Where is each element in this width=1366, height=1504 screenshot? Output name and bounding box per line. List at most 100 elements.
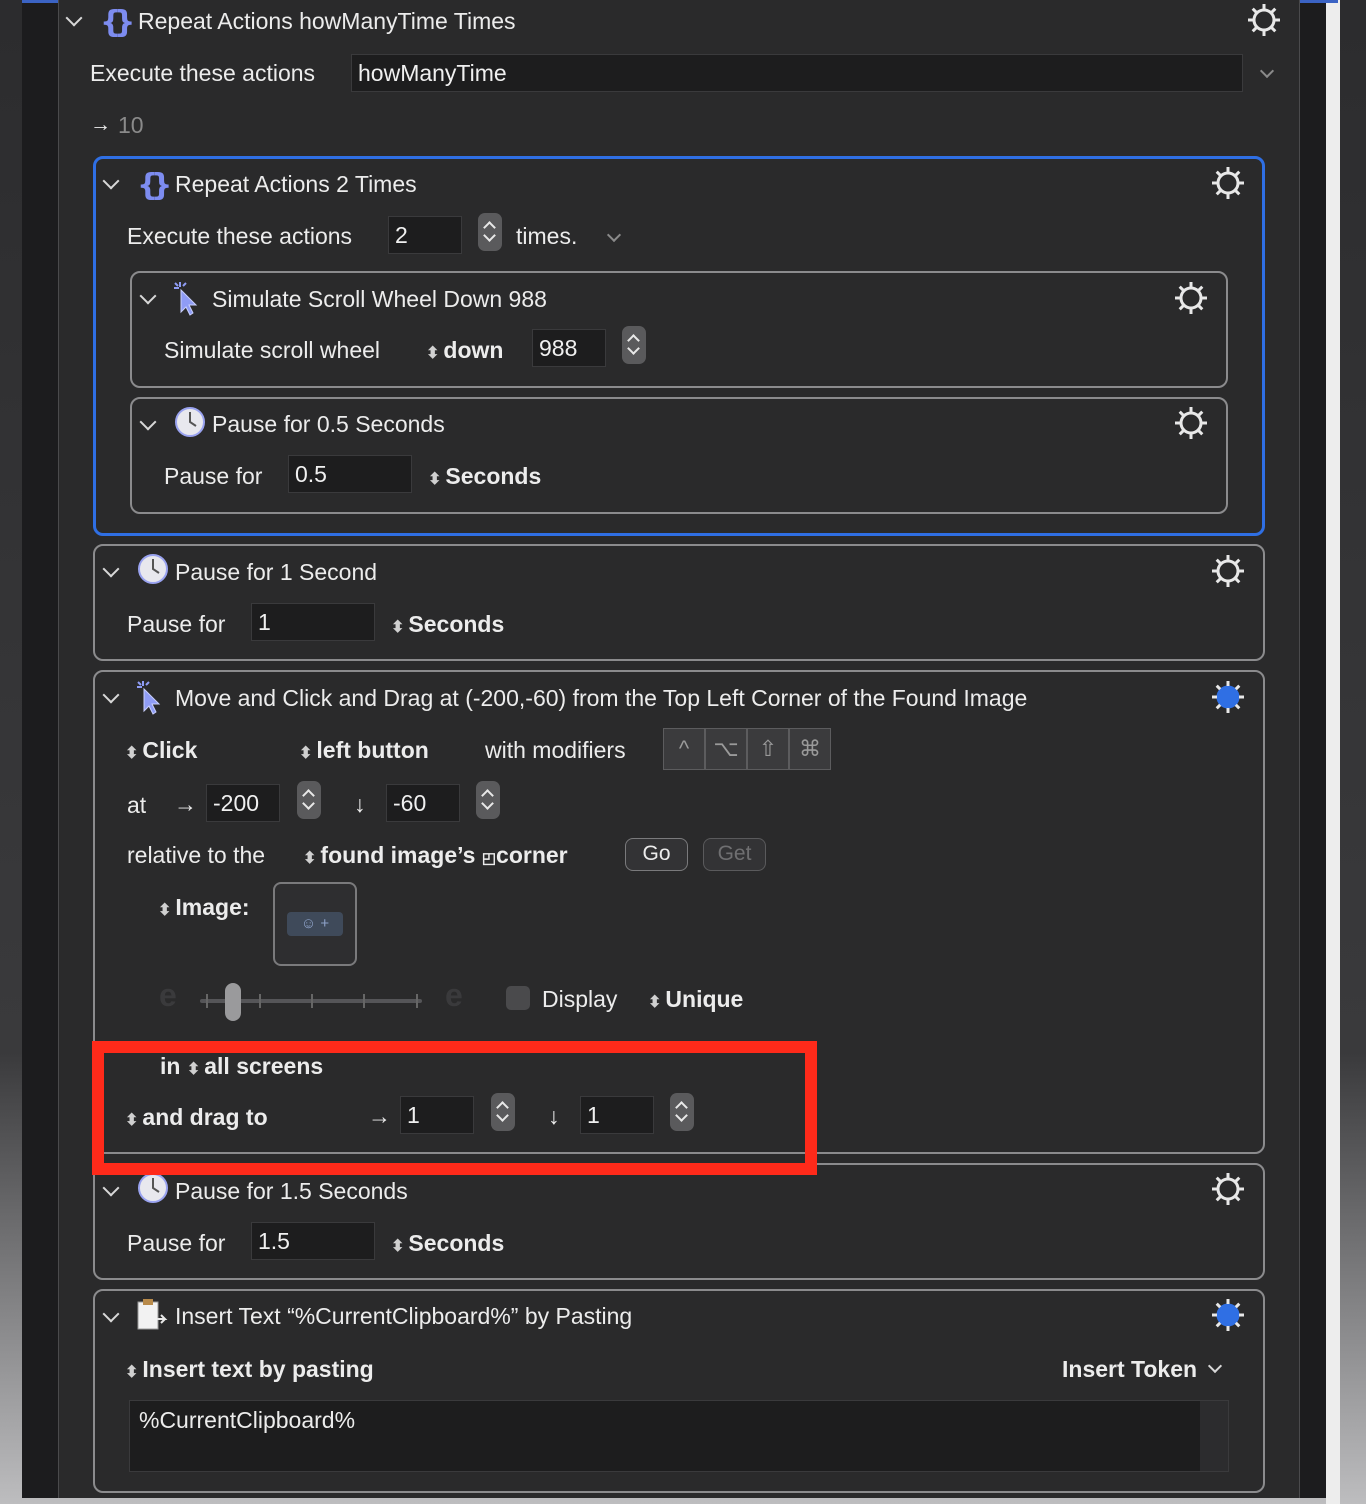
repeat-count-field[interactable]: howManyTime [351, 54, 1243, 92]
insert-text-title: Insert Text “%CurrentClipboard%” by Past… [175, 1303, 633, 1329]
go-button[interactable]: Go [625, 838, 688, 871]
pause-15-unit-popup[interactable]: ⬍ Seconds [391, 1229, 504, 1261]
modifier-shift-button[interactable]: ⇧ [747, 728, 789, 770]
text-area-scrollbar[interactable] [1200, 1401, 1228, 1471]
display-checkbox[interactable] [506, 986, 530, 1010]
pause-05-unit-popup[interactable]: ⬍ Seconds [428, 462, 541, 494]
updown-icon: ⬍ [125, 1364, 139, 1381]
move-click-title: Move and Click and Drag at (-200,-60) fr… [175, 685, 1028, 711]
slider-tick [206, 994, 208, 1008]
clipboard-icon [137, 1299, 168, 1330]
repeat-braces-icon: { } [100, 5, 132, 38]
insert-text-content: %CurrentClipboard% [139, 1407, 356, 1433]
gear-icon[interactable] [1246, 2, 1282, 38]
corner-selector-icon[interactable]: ◰ [482, 850, 496, 867]
insert-text-area[interactable]: %CurrentClipboard% [129, 1400, 1229, 1472]
scroll-label: Simulate scroll wheel [164, 337, 381, 363]
updown-icon: ⬍ [648, 994, 662, 1011]
corner-label: corner [496, 842, 568, 868]
pause-1-field[interactable]: 1 [251, 603, 375, 641]
pause-05-title: Pause for 0.5 Seconds [212, 411, 445, 437]
clock-icon [138, 1173, 168, 1203]
unique-popup[interactable]: ⬍ Unique [648, 985, 743, 1017]
fuzziness-slider-knob[interactable] [225, 983, 242, 1021]
gear-icon[interactable] [1210, 679, 1246, 715]
image-source-popup[interactable]: ⬍ Image: [158, 893, 250, 925]
pause-05-label: Pause for [164, 463, 263, 489]
updown-icon: ⬍ [391, 1238, 405, 1255]
svg-text:}: } [114, 5, 132, 38]
updown-icon: ⬍ [428, 471, 442, 488]
gear-icon[interactable] [1210, 553, 1246, 589]
relative-to-value: found image’s [320, 842, 476, 868]
at-label: at [127, 792, 147, 818]
modifier-option-button[interactable]: ⌥ [705, 728, 747, 770]
image-well[interactable]: ☺ + [273, 882, 357, 966]
slider-tick [363, 994, 365, 1008]
updown-icon: ⬍ [158, 902, 172, 919]
pause-1-title: Pause for 1 Second [175, 559, 378, 585]
scroll-direction-value: down [443, 337, 504, 363]
pause-15-field[interactable]: 1.5 [251, 1222, 375, 1260]
click-x-field[interactable]: -200 [206, 784, 280, 822]
gear-icon[interactable] [1173, 405, 1209, 441]
cursor-click-icon [137, 681, 161, 715]
relative-to-label: relative to the [127, 842, 266, 868]
updown-icon: ⬍ [391, 619, 405, 636]
gear-icon[interactable] [1210, 1297, 1246, 1333]
insert-mode-value: Insert text by pasting [142, 1356, 374, 1382]
right-arrow-icon: → [174, 791, 197, 817]
clock-icon [175, 407, 205, 437]
image-well-placeholder: ☺ + [287, 912, 343, 936]
relative-to-popup[interactable]: ⬍ found image’s ◰corner [303, 841, 568, 873]
pause-1-unit-popup[interactable]: ⬍ Seconds [391, 610, 504, 642]
result-value: 10 [118, 112, 144, 138]
scroll-amount-stepper[interactable] [622, 326, 646, 364]
click-y-stepper[interactable] [476, 781, 500, 819]
scroll-title: Simulate Scroll Wheel Down 988 [212, 286, 547, 312]
down-arrow-icon: ↓ [354, 791, 366, 817]
scroll-amount-field[interactable]: 988 [532, 329, 606, 367]
pause-1-label: Pause for [127, 611, 226, 637]
click-x-stepper[interactable] [297, 781, 321, 819]
gear-icon[interactable] [1210, 1171, 1246, 1207]
gear-icon[interactable] [1210, 165, 1246, 201]
updown-icon: ⬍ [299, 745, 313, 762]
pause-15-unit: Seconds [408, 1230, 505, 1256]
clock-icon [138, 554, 168, 584]
repeat-2-count-field[interactable]: 2 [388, 216, 462, 254]
fuzz-low-icon: e [159, 977, 177, 1013]
pause-15-label: Pause for [127, 1230, 226, 1256]
slider-tick [259, 994, 261, 1008]
click-action-popup[interactable]: ⬍ Click [125, 736, 197, 768]
with-modifiers-label: with modifiers [485, 737, 626, 763]
outer-execute-label: Execute these actions [90, 60, 316, 86]
repeat-2-execute-label: Execute these actions [127, 223, 353, 249]
updown-icon: ⬍ [426, 345, 440, 362]
get-button[interactable]: Get [703, 838, 766, 871]
insert-token-label: Insert Token [1062, 1356, 1198, 1382]
outer-repeat-title: Repeat Actions howManyTime Times [138, 8, 516, 34]
unique-value: Unique [665, 986, 744, 1012]
red-highlight-box [92, 1041, 817, 1175]
modifier-command-button[interactable]: ⌘ [789, 728, 831, 770]
fuzz-high-icon: e [445, 977, 463, 1013]
mouse-button-popup[interactable]: ⬍ left button [299, 736, 429, 768]
mouse-button-value: left button [316, 737, 429, 763]
svg-text:}: } [151, 168, 169, 201]
pause-15-title: Pause for 1.5 Seconds [175, 1178, 408, 1204]
pause-05-unit: Seconds [445, 463, 542, 489]
modifier-control-button[interactable]: ^ [663, 728, 705, 770]
image-label: Image: [175, 894, 250, 920]
insert-mode-popup[interactable]: ⬍ Insert text by pasting [125, 1355, 374, 1387]
scroll-direction-popup[interactable]: ⬍ down [426, 336, 503, 368]
insert-token-menu[interactable]: Insert Token [1062, 1355, 1197, 1383]
right-edge [1326, 0, 1340, 1504]
click-y-field[interactable]: -60 [386, 784, 460, 822]
updown-icon: ⬍ [125, 745, 139, 762]
repeat-2-stepper[interactable] [478, 213, 502, 251]
gear-icon[interactable] [1173, 280, 1209, 316]
times-label: times. [516, 223, 578, 249]
pause-05-field[interactable]: 0.5 [288, 455, 412, 493]
repeat-braces-icon: { } [137, 168, 169, 201]
